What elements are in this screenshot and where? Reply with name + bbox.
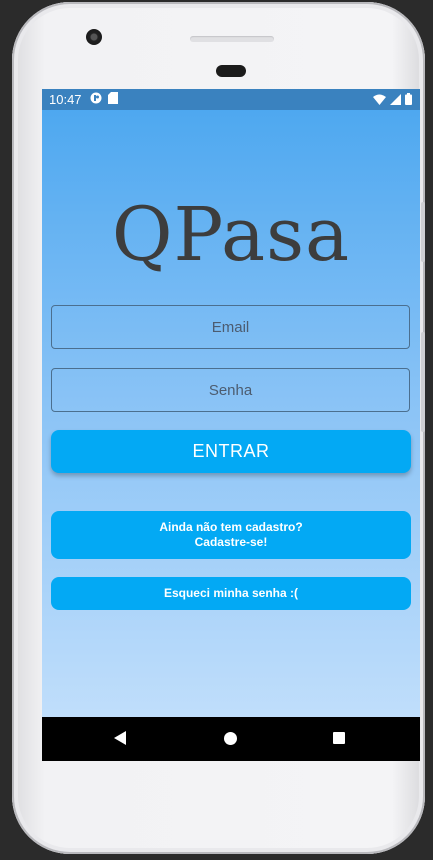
status-icons xyxy=(373,93,412,108)
email-input[interactable] xyxy=(51,305,410,349)
cell-signal-icon xyxy=(390,93,401,108)
power-button xyxy=(421,202,425,262)
signup-button[interactable]: Ainda não tem cadastro? Cadastre-se! xyxy=(51,511,411,559)
screen: 10:47 QPasa EN xyxy=(42,89,420,761)
sd-card-icon xyxy=(107,92,118,107)
app-notification-icon xyxy=(90,92,102,107)
password-input[interactable] xyxy=(51,368,410,412)
login-screen: QPasa ENTRAR Ainda não tem cadastro? Cad… xyxy=(42,110,420,717)
status-time: 10:47 xyxy=(49,92,82,107)
signup-line-2: Cadastre-se! xyxy=(194,535,268,549)
top-speaker-grille xyxy=(190,36,274,42)
recents-icon[interactable] xyxy=(333,732,345,744)
navigation-bar xyxy=(42,717,420,761)
front-camera xyxy=(86,29,102,45)
forgot-password-button[interactable]: Esqueci minha senha :( xyxy=(51,577,411,610)
volume-button xyxy=(421,332,425,432)
status-bar: 10:47 xyxy=(42,89,420,110)
login-button[interactable]: ENTRAR xyxy=(51,430,411,473)
earpiece xyxy=(216,65,246,77)
home-icon[interactable] xyxy=(224,732,237,745)
wifi-icon xyxy=(373,93,386,108)
app-logo: QPasa xyxy=(111,192,351,278)
back-icon[interactable] xyxy=(114,731,126,745)
phone-frame: 10:47 QPasa EN xyxy=(12,2,425,854)
signup-line-1: Ainda não tem cadastro? xyxy=(159,520,303,534)
battery-icon xyxy=(405,93,412,108)
